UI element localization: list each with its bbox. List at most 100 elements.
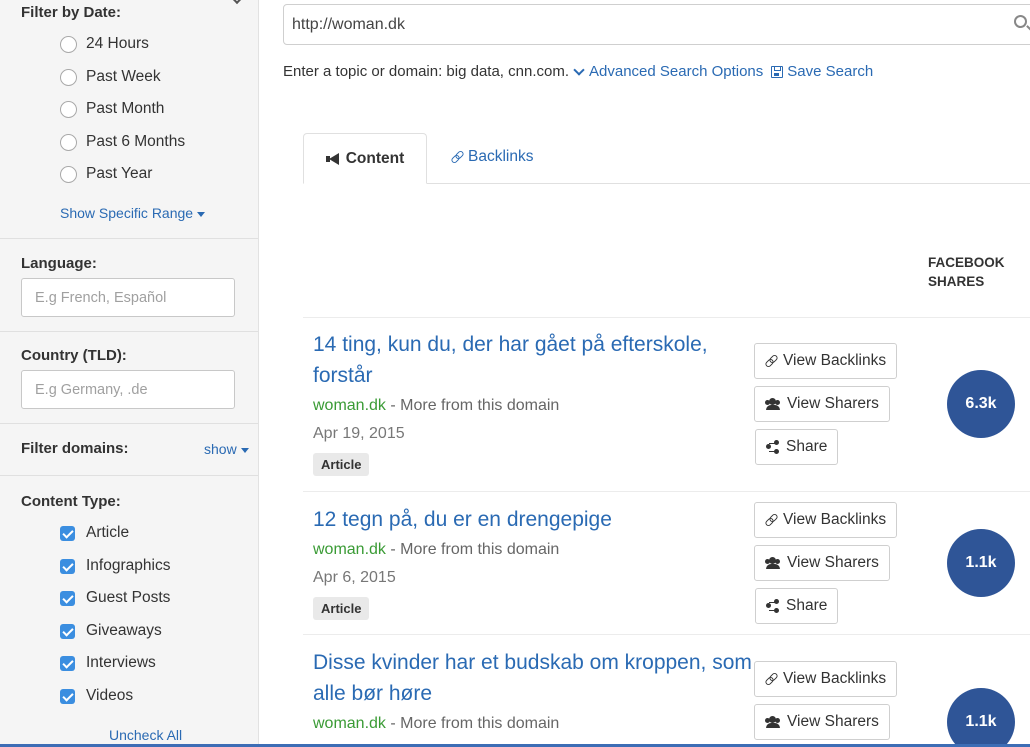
view-backlinks-label: View Backlinks bbox=[783, 511, 887, 528]
row-divider bbox=[303, 317, 1030, 318]
tab-backlinks[interactable]: Backlinks bbox=[451, 148, 533, 166]
show-specific-range-link[interactable]: Show Specific Range bbox=[60, 205, 206, 221]
content-type-label: Article bbox=[86, 524, 130, 541]
divider bbox=[0, 423, 258, 424]
view-backlinks-label: View Backlinks bbox=[783, 352, 887, 369]
share-label: Share bbox=[786, 438, 828, 455]
users-icon bbox=[765, 557, 781, 569]
date-filter-title: Filter by Date: bbox=[21, 4, 122, 21]
radio-icon[interactable] bbox=[60, 100, 77, 118]
row-divider bbox=[303, 634, 1030, 635]
radio-icon[interactable] bbox=[60, 133, 77, 151]
date-option-past-week[interactable]: Past Week bbox=[60, 66, 161, 88]
date-option-past-6-months[interactable]: Past 6 Months bbox=[60, 131, 185, 153]
result-title-link[interactable]: 14 ting, kun du, der har gået på eftersk… bbox=[313, 329, 753, 391]
date-option-24-hours[interactable]: 24 Hours bbox=[60, 33, 149, 55]
sidebar: Filter by Date: 24 Hours Past Week Past … bbox=[0, 0, 259, 747]
result-domain-line: woman.dk - More from this domain bbox=[313, 539, 753, 561]
content-type-label: Interviews bbox=[86, 654, 156, 671]
radio-icon[interactable] bbox=[60, 68, 77, 86]
caret-down-icon bbox=[197, 211, 206, 217]
more-from-domain-link[interactable]: - More from this domain bbox=[386, 715, 559, 732]
country-title: Country (TLD): bbox=[21, 347, 127, 364]
result-domain-link[interactable]: woman.dk bbox=[313, 715, 386, 732]
link-icon bbox=[765, 355, 777, 367]
result-domain-link[interactable]: woman.dk bbox=[313, 397, 386, 414]
share-button[interactable]: Share bbox=[755, 429, 839, 465]
divider bbox=[0, 475, 258, 476]
share-icon bbox=[766, 440, 780, 454]
share-button[interactable]: Share bbox=[755, 588, 839, 624]
link-icon bbox=[765, 514, 777, 526]
result-date: Apr 6, 2015 bbox=[313, 569, 396, 586]
search-input[interactable] bbox=[292, 5, 992, 44]
show-specific-range-label: Show Specific Range bbox=[60, 205, 194, 221]
view-sharers-button[interactable]: View Sharers bbox=[754, 704, 890, 740]
search-hint-text: Enter a topic or domain: big data, cnn.c… bbox=[283, 63, 569, 80]
search-box bbox=[283, 4, 1030, 45]
advanced-search-link[interactable]: Advanced Search Options bbox=[569, 63, 763, 80]
facebook-shares-header[interactable]: FACEBOOK SHARES bbox=[928, 253, 1018, 291]
search-icon[interactable] bbox=[1014, 15, 1027, 28]
view-sharers-button[interactable]: View Sharers bbox=[754, 386, 890, 422]
chevron-down-icon bbox=[573, 63, 585, 76]
view-backlinks-button[interactable]: View Backlinks bbox=[754, 661, 898, 697]
content-type-guest-posts[interactable]: Guest Posts bbox=[60, 587, 170, 609]
view-sharers-label: View Sharers bbox=[787, 554, 879, 571]
view-backlinks-label: View Backlinks bbox=[783, 670, 887, 687]
collapse-icon[interactable] bbox=[229, 0, 245, 5]
result-title-link[interactable]: 12 tegn på, du er en drengepige bbox=[313, 504, 753, 535]
checkbox-checked-icon[interactable] bbox=[60, 590, 75, 606]
megaphone-icon bbox=[325, 152, 340, 165]
facebook-shares-count: 6.3k bbox=[947, 370, 1015, 438]
date-option-past-month[interactable]: Past Month bbox=[60, 98, 164, 120]
facebook-shares-count: 1.1k bbox=[947, 688, 1015, 747]
result-domain-line: woman.dk - More from this domain bbox=[313, 395, 753, 417]
save-search-link[interactable]: Save Search bbox=[763, 63, 873, 80]
content-type-interviews[interactable]: Interviews bbox=[60, 652, 156, 674]
content-type-title: Content Type: bbox=[21, 493, 121, 510]
language-input[interactable] bbox=[21, 278, 235, 317]
checkbox-checked-icon[interactable] bbox=[60, 688, 75, 704]
country-input[interactable] bbox=[21, 370, 235, 409]
tab-content[interactable]: Content bbox=[303, 133, 427, 184]
content-type-giveaways[interactable]: Giveaways bbox=[60, 620, 162, 642]
uncheck-all-link[interactable]: Uncheck All bbox=[109, 727, 182, 743]
radio-icon[interactable] bbox=[60, 165, 77, 183]
result-item: 14 ting, kun du, der har gået på eftersk… bbox=[313, 329, 753, 476]
more-from-domain-link[interactable]: - More from this domain bbox=[386, 541, 559, 558]
checkbox-checked-icon[interactable] bbox=[60, 655, 75, 671]
search-hint-line: Enter a topic or domain: big data, cnn.c… bbox=[283, 63, 873, 80]
result-date: Apr 19, 2015 bbox=[313, 425, 405, 442]
result-domain-link[interactable]: woman.dk bbox=[313, 541, 386, 558]
content-type-article[interactable]: Article bbox=[60, 522, 129, 544]
filter-domains-title: Filter domains: bbox=[21, 440, 129, 457]
advanced-search-label: Advanced Search Options bbox=[589, 63, 764, 80]
date-option-label: Past Week bbox=[86, 68, 161, 85]
row-divider bbox=[303, 491, 1030, 492]
more-from-domain-link[interactable]: - More from this domain bbox=[386, 397, 559, 414]
result-title-link[interactable]: Disse kvinder har et budskab om kroppen,… bbox=[313, 647, 753, 709]
save-icon bbox=[771, 65, 784, 78]
view-sharers-label: View Sharers bbox=[787, 713, 879, 730]
checkbox-checked-icon[interactable] bbox=[60, 525, 75, 541]
checkbox-checked-icon[interactable] bbox=[60, 558, 75, 574]
date-option-past-year[interactable]: Past Year bbox=[60, 163, 152, 185]
content-type-infographics[interactable]: Infographics bbox=[60, 555, 170, 577]
content-type-badge: Article bbox=[313, 597, 370, 620]
content-type-label: Giveaways bbox=[86, 622, 162, 639]
view-sharers-button[interactable]: View Sharers bbox=[754, 545, 890, 581]
tab-backlinks-label: Backlinks bbox=[468, 148, 534, 165]
view-backlinks-button[interactable]: View Backlinks bbox=[754, 343, 898, 379]
radio-icon[interactable] bbox=[60, 35, 77, 53]
divider bbox=[0, 331, 258, 332]
filter-domains-show-toggle[interactable]: show bbox=[204, 441, 249, 457]
users-icon bbox=[765, 716, 781, 728]
content-type-videos[interactable]: Videos bbox=[60, 685, 133, 707]
caret-down-icon bbox=[240, 447, 249, 453]
result-item: 12 tegn på, du er en drengepige woman.dk… bbox=[313, 504, 753, 620]
date-option-label: 24 Hours bbox=[86, 35, 149, 52]
view-backlinks-button[interactable]: View Backlinks bbox=[754, 502, 898, 538]
content-type-label: Videos bbox=[86, 687, 134, 704]
checkbox-checked-icon[interactable] bbox=[60, 623, 75, 639]
